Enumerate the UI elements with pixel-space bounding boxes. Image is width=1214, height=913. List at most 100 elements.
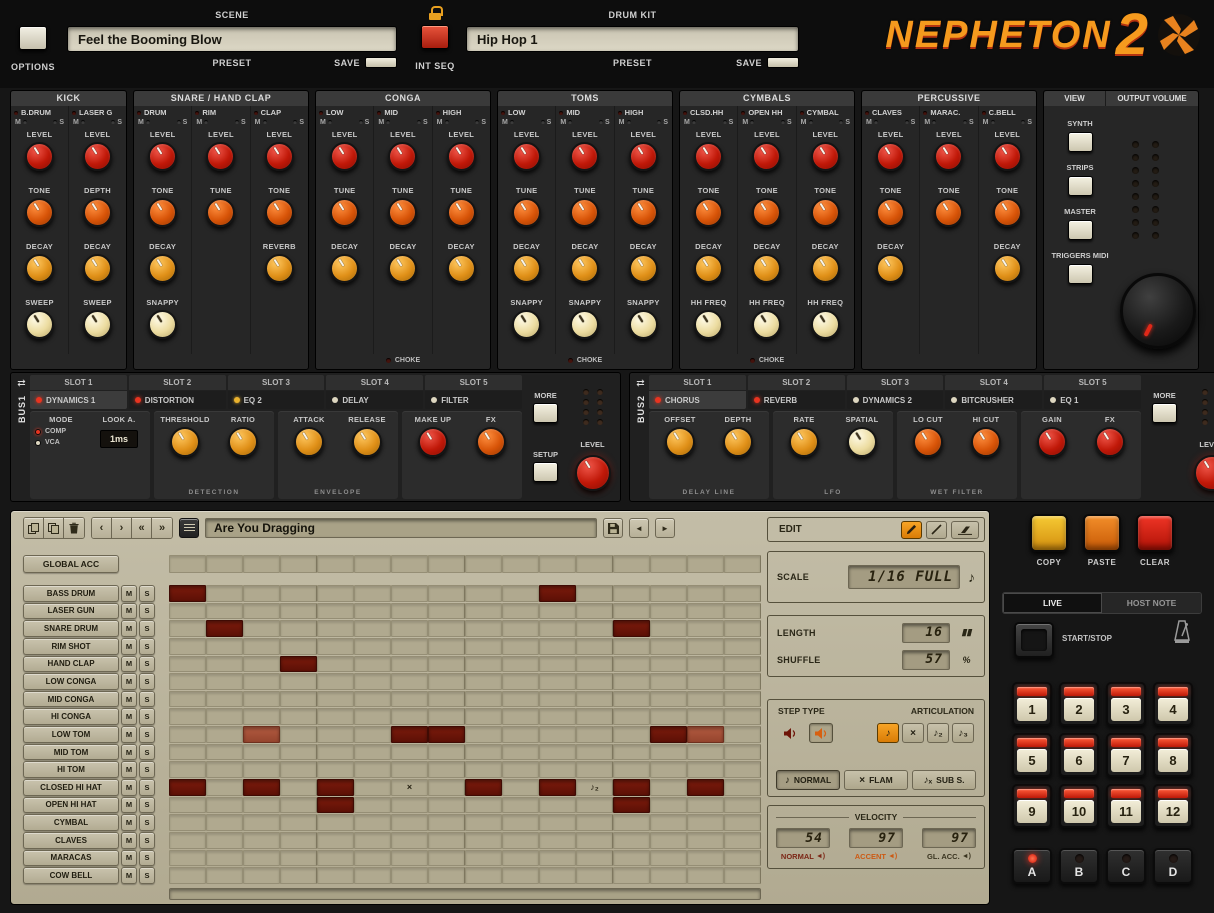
track-solo[interactable]: S	[139, 620, 155, 637]
step-cell[interactable]	[428, 867, 465, 884]
step-cell[interactable]	[243, 620, 280, 637]
step-cell[interactable]	[539, 656, 576, 673]
step-cell[interactable]	[465, 691, 502, 708]
step-cell[interactable]	[206, 691, 243, 708]
pattern-pad-10[interactable]: 10	[1059, 784, 1099, 828]
copy-pattern-icon[interactable]	[24, 518, 44, 538]
bank-c[interactable]: C	[1106, 848, 1146, 884]
level-knob[interactable]	[265, 142, 294, 171]
level-knob[interactable]	[694, 142, 723, 171]
step-cell[interactable]	[465, 620, 502, 637]
track-laser-gun[interactable]: LASER GUN	[23, 603, 119, 620]
depth-knob[interactable]	[723, 427, 753, 457]
step-cell[interactable]	[539, 726, 576, 743]
mute-toggle[interactable]: M	[619, 119, 631, 126]
step-cell[interactable]	[280, 603, 317, 620]
step-cell[interactable]	[687, 797, 724, 814]
step-cell[interactable]	[243, 585, 280, 602]
step-cell[interactable]	[280, 691, 317, 708]
int-seq-button[interactable]	[421, 25, 449, 49]
step-cell[interactable]	[280, 708, 317, 725]
step-cell[interactable]	[539, 708, 576, 725]
step-cell[interactable]	[650, 867, 687, 884]
step-cell[interactable]	[724, 726, 761, 743]
accent-cell[interactable]	[650, 555, 687, 573]
step-cell[interactable]	[465, 744, 502, 761]
step-cell[interactable]	[539, 761, 576, 778]
step-cell[interactable]	[317, 603, 354, 620]
step-cell[interactable]	[613, 656, 650, 673]
track-mute[interactable]: M	[121, 603, 137, 620]
step-cell[interactable]	[428, 832, 465, 849]
track-mute[interactable]: M	[121, 850, 137, 867]
decay-knob[interactable]	[993, 254, 1022, 283]
slot-tab-slot-4[interactable]: SLOT 4	[945, 375, 1042, 390]
step-cell[interactable]	[539, 867, 576, 884]
step-cell[interactable]	[354, 744, 391, 761]
slot-tab-slot-1[interactable]: SLOT 1	[30, 375, 127, 390]
step-cell[interactable]	[243, 761, 280, 778]
step-cell[interactable]	[687, 691, 724, 708]
step-cell[interactable]	[539, 638, 576, 655]
step-cell[interactable]	[613, 779, 650, 796]
pattern-pad-1[interactable]: 1	[1012, 682, 1052, 726]
clear-button[interactable]	[1136, 514, 1174, 552]
step-cell[interactable]	[613, 832, 650, 849]
step-cell[interactable]	[724, 603, 761, 620]
triggers-midi-button[interactable]	[1068, 264, 1093, 284]
step-cell[interactable]	[613, 691, 650, 708]
step-cell[interactable]	[354, 761, 391, 778]
accent-cell[interactable]	[280, 555, 317, 573]
effect-slot-filter[interactable]: FILTER	[425, 391, 522, 409]
tune-knob[interactable]	[447, 198, 476, 227]
solo-toggle[interactable]: S	[657, 119, 668, 126]
step-cell[interactable]	[280, 585, 317, 602]
level-knob[interactable]	[570, 142, 599, 171]
step-cell[interactable]	[280, 797, 317, 814]
decay-knob[interactable]	[25, 254, 54, 283]
tune-knob[interactable]	[330, 198, 359, 227]
step-cell[interactable]	[354, 867, 391, 884]
step-cell[interactable]	[576, 708, 613, 725]
solo-toggle[interactable]: S	[723, 119, 734, 126]
fx-knob[interactable]	[476, 427, 506, 457]
accent-cell[interactable]	[354, 555, 391, 573]
step-cell[interactable]	[613, 708, 650, 725]
step-cell[interactable]	[687, 726, 724, 743]
master-button[interactable]	[1068, 220, 1093, 240]
step-cell[interactable]	[169, 638, 206, 655]
effect-slot-chorus[interactable]: CHORUS	[649, 391, 746, 409]
step-cell[interactable]	[206, 603, 243, 620]
mute-toggle[interactable]: M	[437, 119, 449, 126]
step-cell[interactable]	[428, 708, 465, 725]
step-cell[interactable]	[465, 761, 502, 778]
track-mute[interactable]: M	[121, 761, 137, 778]
step-cell[interactable]	[613, 797, 650, 814]
solo-toggle[interactable]: S	[475, 119, 486, 126]
step-cell[interactable]	[428, 761, 465, 778]
save-pattern-icon[interactable]	[603, 518, 623, 538]
step-cell[interactable]	[613, 744, 650, 761]
pattern-pad-9[interactable]: 9	[1012, 784, 1052, 828]
mute-toggle[interactable]: M	[866, 119, 878, 126]
step-cell[interactable]	[243, 814, 280, 831]
step-cell[interactable]	[539, 850, 576, 867]
duplicate-pattern-icon[interactable]	[44, 518, 64, 538]
step-cell[interactable]	[206, 708, 243, 725]
slot-tab-slot-3[interactable]: SLOT 3	[847, 375, 944, 390]
step-cell[interactable]	[206, 779, 243, 796]
step-cell[interactable]	[539, 620, 576, 637]
track-hand-clap[interactable]: HAND CLAP	[23, 656, 119, 673]
track-solo[interactable]: S	[139, 726, 155, 743]
step-cell[interactable]	[576, 761, 613, 778]
step-cell[interactable]	[169, 832, 206, 849]
step-cell[interactable]	[502, 673, 539, 690]
step-cell[interactable]	[613, 673, 650, 690]
step-cell[interactable]	[465, 867, 502, 884]
tone-knob[interactable]	[148, 198, 177, 227]
accent-cell[interactable]	[243, 555, 280, 573]
step-cell[interactable]	[354, 708, 391, 725]
mute-toggle[interactable]: M	[73, 119, 85, 126]
pattern-pad-6[interactable]: 6	[1059, 733, 1099, 777]
step-cell[interactable]	[576, 797, 613, 814]
